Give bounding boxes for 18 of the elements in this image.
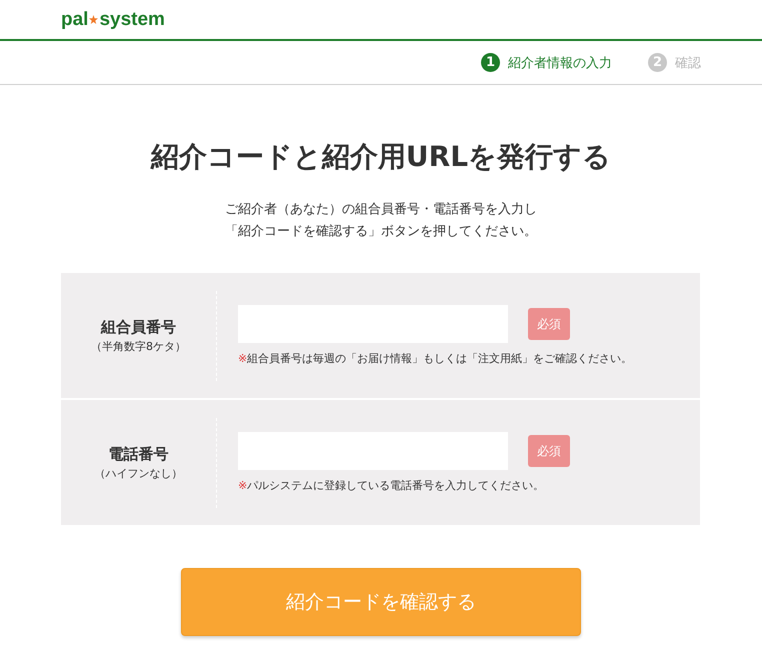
page-title: 紹介コードと紹介用URLを発行する bbox=[149, 139, 612, 175]
field-note: ※組合員番号は毎週の「お届け情報」もしくは「注文用紙」をご確認ください。 bbox=[238, 351, 632, 366]
field-sublabel: （半角数字8ケタ） bbox=[91, 338, 186, 354]
step-number: 1 bbox=[481, 53, 500, 72]
field-label: 組合員番号 bbox=[101, 318, 176, 336]
field-sublabel: （ハイフンなし） bbox=[94, 466, 182, 480]
submit-button[interactable]: 紹介コードを確認する bbox=[181, 568, 581, 636]
logo-text: pal bbox=[61, 8, 88, 30]
star-icon bbox=[89, 15, 98, 24]
field-note: ※パルシステムに登録している電話番号を入力してください。 bbox=[238, 478, 546, 493]
description-text: 「紹介コードを確認する」ボタンを押してください。 bbox=[224, 223, 538, 241]
logo-text: system bbox=[99, 8, 165, 30]
description-text: ご紹介者（あなた）の組合員番号・電話番号を入力し bbox=[224, 201, 538, 219]
field-label: 電話番号 bbox=[108, 444, 168, 464]
step-label: 確認 bbox=[675, 54, 701, 72]
required-badge: 必須 bbox=[528, 435, 570, 467]
step-label: 紹介者情報の入力 bbox=[508, 54, 612, 72]
required-badge: 必須 bbox=[528, 308, 570, 340]
